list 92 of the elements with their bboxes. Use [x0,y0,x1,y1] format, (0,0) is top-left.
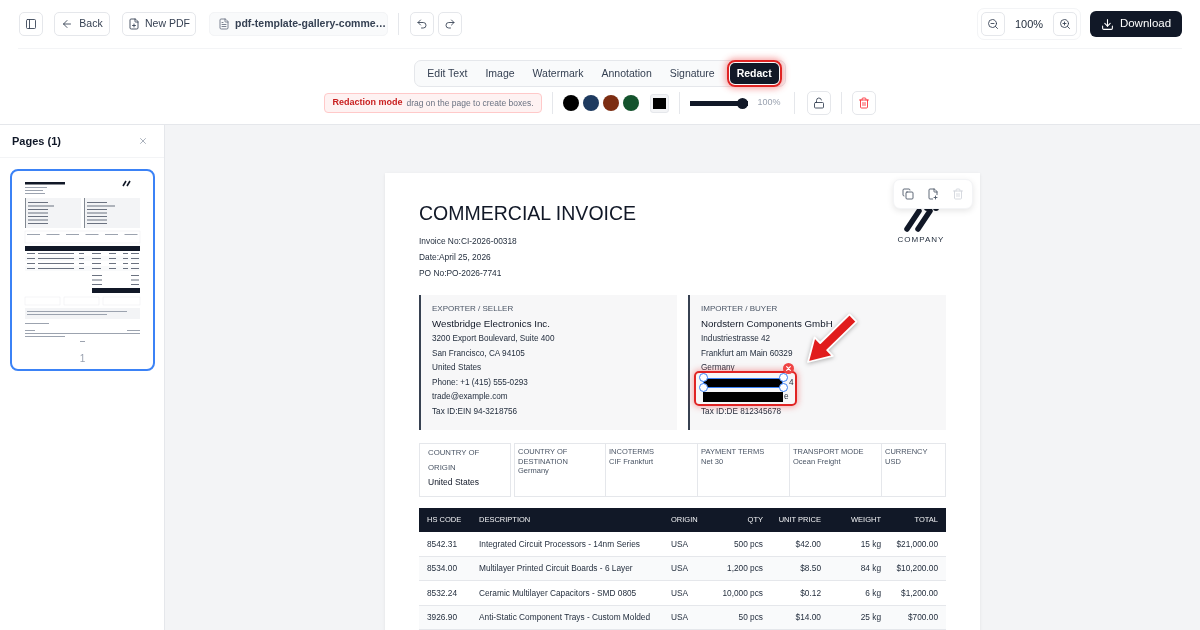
document-icon [218,18,230,30]
table-cell-text: Multilayer Printed Circuit Boards - 6 Layer [478,562,634,575]
table-cell-text: $8.50 [799,562,822,575]
zoom-out-button[interactable] [981,12,1005,36]
invoice-meta: Date:April 25, 2026 [419,251,491,264]
table-cell-text: 10,000 pcs [721,586,764,599]
swatch-icon[interactable] [582,95,599,111]
trash-icon [857,97,870,109]
table-cell-text: $10,200.00 [895,562,939,575]
address-line: Tax ID:EIN 94-3218756 [432,405,518,418]
redaction-bar[interactable] [703,377,783,388]
zoom-in-button[interactable] [1053,12,1077,36]
address-line: Phone: +1 (415) 555-0293 [432,376,528,389]
address-line: Frankfurt am Main 60329 [701,347,793,360]
address-line: Germany [701,362,735,374]
download-button[interactable]: Download [1090,11,1182,37]
table-cell-text: 3926.90 [426,611,458,624]
sidebar-toggle-button[interactable] [19,12,43,36]
line-text: 4 [789,376,794,389]
company-name: COMPANY [897,235,945,245]
lock-button[interactable] [806,91,831,115]
mode-label: Redaction mode [332,96,403,110]
swatch-icon[interactable] [602,95,619,111]
party-name: Westbridge Electronics Inc. [432,317,550,331]
copy-icon[interactable] [902,188,914,200]
table-cell-text: USA [670,562,690,575]
address-line: trade@example.com [432,391,508,403]
line-text: e [784,391,789,404]
party-name: Nordstern Components GmbH [701,317,833,331]
zoom-out-icon [987,18,999,30]
tool-tab[interactable]: Watermark [523,63,593,84]
page-number: 1 [79,352,86,366]
table-cell-text: USA [670,586,690,599]
party-label: IMPORTER / BUYER [701,303,778,315]
file-name-button[interactable]: pdf-template-gallery-comme… [209,12,388,36]
tool-tab[interactable]: Annotation [592,63,661,84]
table-cell-text: 25 kg [859,611,882,624]
table-cell-text: 6 kg [864,586,882,599]
hint-text: drag on the page to create boxes. [406,96,534,110]
address-line: Tax ID:DE 812345678 [701,405,782,418]
unlocked-icon [812,97,825,109]
slider-thumb[interactable] [736,97,748,109]
address-line: Industriestrasse 42 [701,333,771,345]
swatch-icon[interactable] [622,95,639,111]
opacity-reading: 100% [757,96,781,110]
table-cell-text: 1,200 pcs [726,562,764,575]
table-cell-text: 15 kg [859,537,882,550]
table-cell-text: Integrated Circuit Processors - 14nm Series [478,537,641,550]
redaction-bar[interactable] [703,392,783,403]
file-plus-icon [128,18,141,30]
table-cell-text: 8534.00 [426,562,458,575]
address-line: San Francisco, CA 94105 [432,347,525,360]
table-cell-text: 50 pcs [737,611,764,624]
party-label: EXPORTER / SELLER [432,303,514,315]
new-pdf-button[interactable]: New PDF [122,12,196,36]
invoice-meta: PO No:PO-2026-7741 [419,267,502,280]
table-cell-text: $0.12 [799,586,822,599]
table-cell-text: Ceramic Multilayer Capacitors - SMD 0805 [478,586,638,599]
panel-title: Pages (1) [12,133,61,149]
table-cell-text: 8542.31 [426,537,458,550]
delete-button[interactable] [851,91,876,115]
file-plus-icon[interactable] [927,188,939,200]
table-cell-text: USA [670,537,690,550]
table-cell-text: $21,000.00 [895,537,939,550]
tool-tab[interactable]: Redact [729,63,779,84]
swatch-icon[interactable] [562,95,579,111]
download-icon [1100,17,1114,31]
address-line: United States [432,362,482,374]
terms-value: United States [428,476,481,489]
tool-tab[interactable]: Edit Text [418,63,477,84]
table-cell-text: $1,200.00 [900,586,939,599]
tool-tab[interactable]: Signature [660,63,724,84]
zoom-in-icon [1059,18,1071,30]
invoice-meta: Invoice No:CI-2026-00318 [419,235,517,248]
undo-icon [416,18,428,30]
table-cell-text: 8532.24 [426,586,458,599]
table-cell-text: $42.00 [794,537,822,550]
table-cell-text: 500 pcs [732,537,764,550]
tool-tab[interactable]: Image [476,63,524,84]
sidebar-icon [25,18,37,30]
arrow-left-icon [61,18,74,30]
table-cell-text: 84 kg [859,562,882,575]
table-cell-text: Anti-Static Component Trays - Custom Molded [478,611,652,624]
table-cell-text: $14.00 [794,611,822,624]
redo-icon [444,18,456,30]
close-icon[interactable] [783,362,794,374]
invoice-title: COMMERCIAL INVOICE [419,201,637,225]
address-line: 3200 Export Boulevard, Suite 400 [432,333,555,345]
table-cell-text: $700.00 [907,611,939,624]
table-cell-text: USA [670,611,690,624]
back-button[interactable]: Back [54,12,110,36]
zoom-level: 100% [1013,16,1045,32]
